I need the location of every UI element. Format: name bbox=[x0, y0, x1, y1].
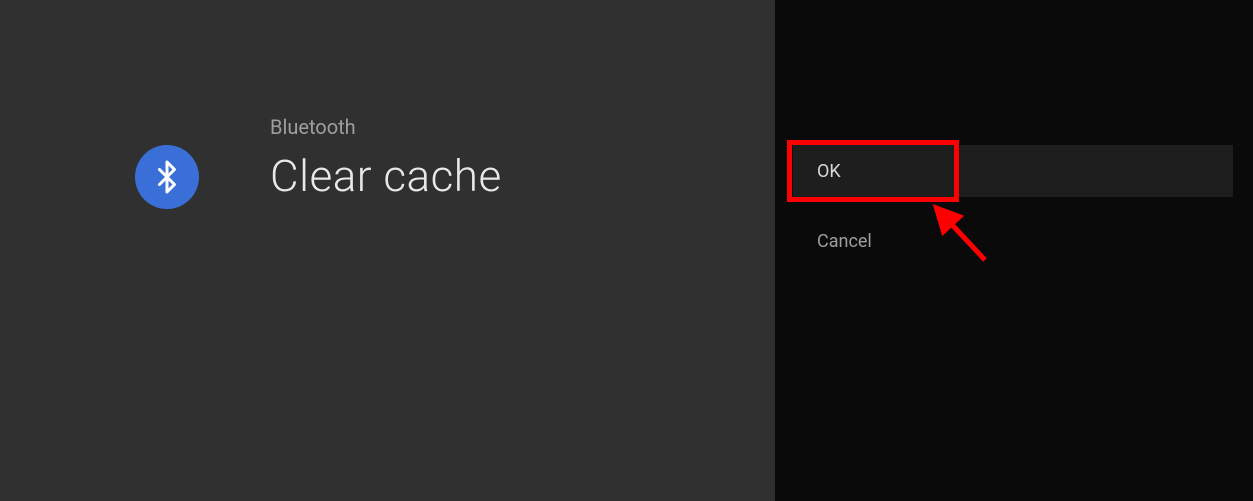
bluetooth-icon bbox=[135, 145, 199, 209]
confirmation-panel: OK Cancel bbox=[775, 0, 1253, 501]
ok-button-label: OK bbox=[817, 161, 841, 182]
cancel-button-label: Cancel bbox=[817, 231, 872, 252]
settings-subtitle: Bluetooth bbox=[270, 115, 356, 139]
settings-title: Clear cache bbox=[270, 150, 502, 202]
cancel-button[interactable]: Cancel bbox=[793, 215, 1233, 267]
settings-detail-panel: Bluetooth Clear cache bbox=[0, 0, 775, 501]
ok-button[interactable]: OK bbox=[793, 145, 1233, 197]
